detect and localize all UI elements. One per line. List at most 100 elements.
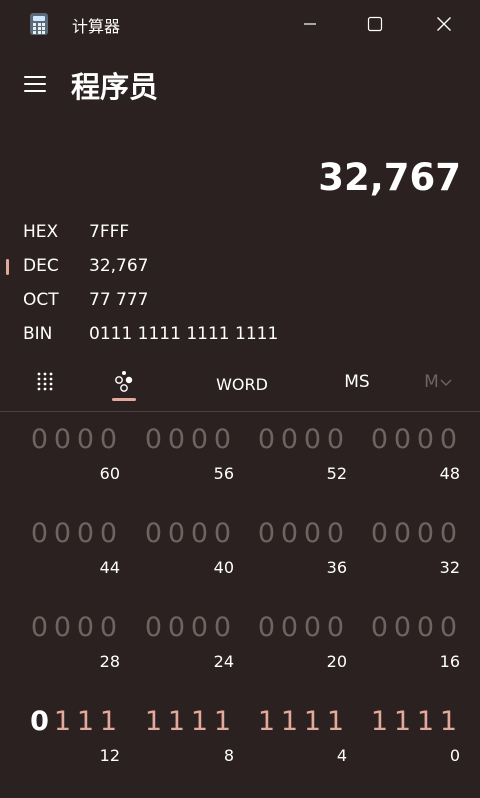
- bit-toggle[interactable]: 0: [97, 420, 120, 460]
- bit-toggle[interactable]: 1: [188, 702, 211, 742]
- bit-toggle[interactable]: 0: [165, 608, 188, 648]
- bit-toggle[interactable]: 0: [97, 514, 120, 554]
- bit-toggle[interactable]: 1: [437, 702, 460, 742]
- bit-toggle[interactable]: 1: [324, 702, 347, 742]
- keypad-toolbar: WORD MS M: [0, 362, 480, 410]
- maximize-button[interactable]: [351, 0, 399, 48]
- bit-toggle[interactable]: 0: [301, 420, 324, 460]
- bit-toggle[interactable]: 0: [165, 514, 188, 554]
- app-title: 计算器: [72, 17, 121, 36]
- bit-toggle[interactable]: 0: [368, 608, 391, 648]
- bit-toggle[interactable]: 0: [278, 608, 301, 648]
- full-keypad-button[interactable]: [28, 362, 62, 402]
- radix-row-oct[interactable]: OCT 77 777: [0, 284, 480, 318]
- bit-toggle[interactable]: 0: [437, 608, 460, 648]
- bit-toggle[interactable]: 0: [51, 514, 74, 554]
- bit-toggle[interactable]: 1: [165, 702, 188, 742]
- bit-nibble: 11110: [368, 702, 468, 772]
- bit-toggle[interactable]: 0: [211, 514, 234, 554]
- bit-toggle[interactable]: 1: [391, 702, 414, 742]
- bit-toggle[interactable]: 1: [255, 702, 278, 742]
- bit-toggle[interactable]: 0: [142, 420, 165, 460]
- bit-toggle[interactable]: 0: [255, 608, 278, 648]
- bit-toggle[interactable]: 0: [414, 514, 437, 554]
- bit-toggle[interactable]: 1: [142, 702, 165, 742]
- bit-toggle[interactable]: 0: [74, 608, 97, 648]
- bit-toggle[interactable]: 0: [28, 702, 51, 742]
- bit-toggle[interactable]: 1: [74, 702, 97, 742]
- bit-toggle[interactable]: 0: [301, 608, 324, 648]
- close-button[interactable]: [420, 0, 468, 48]
- bit-group: 0000: [255, 514, 347, 554]
- bit-toggling-keypad-button[interactable]: [106, 362, 142, 402]
- minimize-button[interactable]: [286, 0, 334, 48]
- bit-toggle[interactable]: 1: [97, 702, 120, 742]
- bit-toggle[interactable]: 0: [211, 420, 234, 460]
- bit-toggle[interactable]: 0: [28, 514, 51, 554]
- bit-position-label: 48: [439, 464, 460, 483]
- bit-nibble: 0 0 0 0 52: [255, 420, 355, 490]
- bit-toggle[interactable]: 0: [188, 514, 211, 554]
- word-size-button[interactable]: WORD: [206, 364, 278, 404]
- bit-toggle[interactable]: 0: [391, 514, 414, 554]
- bit-toggle[interactable]: 0: [74, 514, 97, 554]
- bit-toggle[interactable]: 0: [324, 608, 347, 648]
- bit-toggle[interactable]: 0: [74, 420, 97, 460]
- radix-row-hex[interactable]: HEX 7FFF: [0, 216, 480, 250]
- bit-toggling-keypad-icon: [115, 371, 133, 392]
- bit-group: 1111: [255, 702, 347, 742]
- bit-group: 0000: [368, 514, 460, 554]
- bit-toggle[interactable]: 0: [188, 608, 211, 648]
- bit-toggle[interactable]: 0: [142, 608, 165, 648]
- bit-toggle[interactable]: 0: [28, 608, 51, 648]
- bit-toggle[interactable]: 0: [301, 514, 324, 554]
- bit-toggle[interactable]: 0: [165, 420, 188, 460]
- bit-position-label: 28: [99, 652, 120, 671]
- bit-toggle[interactable]: 1: [278, 702, 301, 742]
- bit-toggle[interactable]: 0: [324, 420, 347, 460]
- bit-group: 0000: [142, 420, 234, 460]
- bit-toggle[interactable]: 0: [437, 420, 460, 460]
- bit-toggle[interactable]: 0: [278, 514, 301, 554]
- bit-toggle[interactable]: 1: [414, 702, 437, 742]
- radix-row-bin[interactable]: BIN 0111 1111 1111 1111: [0, 318, 480, 352]
- bit-position-label: 32: [439, 558, 460, 577]
- bit-toggle[interactable]: 0: [324, 514, 347, 554]
- bit-toggle[interactable]: 0: [51, 608, 74, 648]
- bit-toggle[interactable]: 0: [391, 420, 414, 460]
- radix-row-dec[interactable]: DEC 32,767: [0, 250, 480, 284]
- bit-toggle[interactable]: 0: [142, 514, 165, 554]
- bit-toggle[interactable]: 0: [188, 420, 211, 460]
- bit-nibble: 0 0 0 0 48: [368, 420, 468, 490]
- radix-value: 7FFF: [89, 222, 130, 242]
- bit-toggle[interactable]: 0: [28, 420, 51, 460]
- bit-toggle[interactable]: 1: [51, 702, 74, 742]
- bit-toggle[interactable]: 0: [51, 420, 74, 460]
- bit-toggle[interactable]: 0: [211, 608, 234, 648]
- bit-toggle[interactable]: 1: [368, 702, 391, 742]
- bit-nibble: 0 0 0 0 56: [142, 420, 242, 490]
- bit-nibble: 0 0 0 0 44: [28, 514, 128, 584]
- bit-position-label: 24: [213, 652, 234, 671]
- bit-toggle[interactable]: 0: [391, 608, 414, 648]
- bit-toggle[interactable]: 0: [414, 420, 437, 460]
- bit-toggle[interactable]: 0: [368, 514, 391, 554]
- memory-dropdown-button[interactable]: M: [418, 362, 458, 402]
- bit-toggle[interactable]: 1: [301, 702, 324, 742]
- bit-toggle[interactable]: 0: [437, 514, 460, 554]
- memory-store-button[interactable]: MS: [335, 362, 379, 402]
- bit-nibble: 0 0 0 0 16: [368, 608, 468, 678]
- radix-label: BIN: [23, 324, 53, 344]
- bit-position-label: 36: [326, 558, 347, 577]
- bit-toggle[interactable]: 0: [255, 514, 278, 554]
- bit-toggle[interactable]: 0: [414, 608, 437, 648]
- bit-toggle[interactable]: 0: [278, 420, 301, 460]
- bit-toggle[interactable]: 1: [211, 702, 234, 742]
- bit-toggle[interactable]: 0: [255, 420, 278, 460]
- bit-toggle[interactable]: 0: [97, 608, 120, 648]
- bit-nibble: 0 0 0 0 24: [142, 608, 242, 678]
- bit-grid: 0 0 0 0 60 0 0 0 0 56 0 0 0 0 52 0 0 0 0 48 0 0 0 0 44 0 0 0 0 40 0 0 0 0…: [0, 420, 480, 780]
- hamburger-menu-icon[interactable]: [20, 68, 52, 100]
- bit-toggle[interactable]: 0: [368, 420, 391, 460]
- bit-position-label: 52: [326, 464, 347, 483]
